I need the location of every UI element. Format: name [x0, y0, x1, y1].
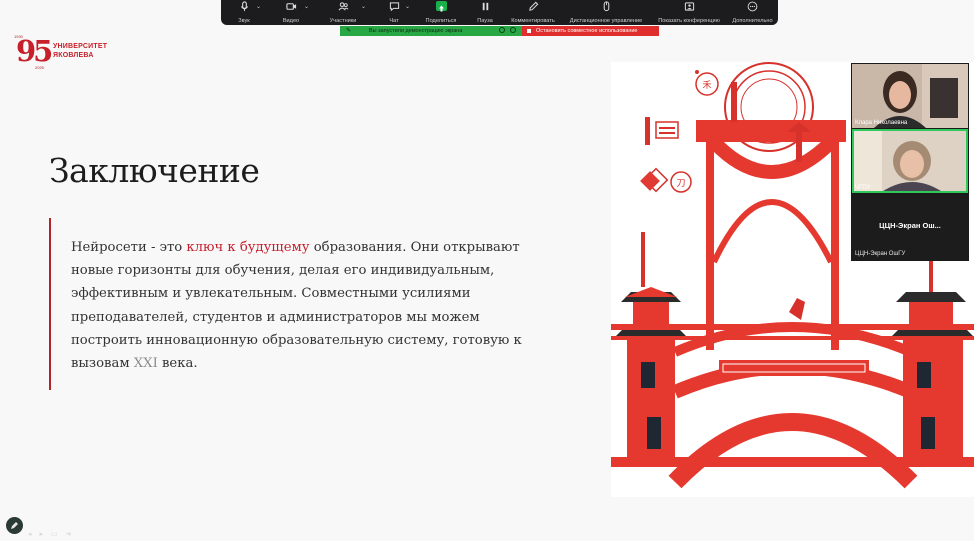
video-label: Видео: [282, 18, 300, 24]
sharing-status: ✎ Вы запустили демонстрацию экрана: [340, 26, 522, 36]
meeting-toolbar: ⌄ Звук ⌄ Видео ⌄ Участники ⌄ Чат Поделит…: [221, 0, 778, 25]
share-button[interactable]: Поделиться: [417, 0, 465, 25]
slide-nav-controls[interactable]: ◂ ▸ ▭ ➜: [28, 530, 74, 538]
slide-body-text: Нейросети - это ключ к будущему образова…: [71, 236, 541, 375]
settings-icon[interactable]: [499, 27, 505, 33]
share-label: Поделиться: [425, 18, 457, 24]
participant-name: ЧГПУ: [855, 185, 871, 191]
video-tile-active[interactable]: ЧГПУ: [852, 129, 968, 193]
logo-number: 95: [16, 34, 53, 68]
pencil-icon: ✎: [346, 28, 352, 34]
participants-video-panel: Клара Николаевна ЧГПУ ЦЦН-Экран Ош... ЦЦ…: [851, 63, 969, 261]
participant-name: Клара Николаевна: [855, 120, 908, 126]
svg-text:禾: 禾: [702, 80, 711, 91]
body-century: XXI: [133, 356, 158, 372]
shared-slide: 1930 95 2025 УНИВЕРСИТЕТ ЯКОВЛЕВА Заключ…: [0, 0, 974, 541]
svg-text:刀: 刀: [676, 179, 685, 189]
university-logo: 1930 95 2025 УНИВЕРСИТЕТ ЯКОВЛЕВА: [14, 34, 114, 74]
more-button[interactable]: Дополнительно: [727, 0, 778, 25]
video-tile[interactable]: ЦЦН-Экран Ош... ЦЦН-Экран ОшГУ: [852, 194, 968, 260]
sharing-bar: ✎ Вы запустили демонстрацию экрана Остан…: [340, 26, 659, 36]
stop-share-button[interactable]: Остановить совместное использование: [522, 26, 659, 36]
participant-video: [852, 64, 968, 128]
pencil-icon: [11, 522, 18, 529]
body-highlight: ключ к будущему: [186, 240, 310, 255]
more-label: Дополнительно: [732, 18, 773, 24]
accent-bar: [49, 218, 51, 390]
pause-label: Пауза: [477, 18, 493, 24]
pause-icon: [482, 2, 488, 11]
body-part-1: Нейросети - это: [71, 240, 187, 255]
logo-name: УНИВЕРСИТЕТ ЯКОВЛЕВА: [53, 42, 107, 60]
participant-name: ЦЦН-Экран ОшГУ: [855, 251, 906, 257]
remote-control-button[interactable]: Дистанционное управление: [561, 0, 651, 25]
participant-video: [852, 129, 968, 193]
slide-title: Заключение: [49, 151, 260, 190]
share-screen-icon: [435, 1, 447, 12]
participants-caret-icon[interactable]: ⌄: [361, 3, 366, 10]
sharing-status-text: Вы запустили демонстрацию экрана: [369, 27, 463, 34]
participants-label: Участники: [329, 18, 357, 24]
audio-caret-icon[interactable]: ⌄: [256, 3, 261, 10]
chat-icon: [389, 2, 399, 12]
stop-icon: [527, 28, 531, 33]
chat-button[interactable]: ⌄ Чат: [371, 0, 417, 25]
participants-icon: [338, 2, 348, 11]
pause-button[interactable]: Пауза: [465, 0, 505, 25]
video-button[interactable]: ⌄ Видео: [267, 0, 315, 25]
show-meeting-label: Показать конференцию: [658, 18, 720, 24]
audio-label: Звук: [238, 18, 250, 24]
audio-button[interactable]: ⌄ Звук: [221, 0, 267, 25]
pencil-icon: [528, 1, 538, 11]
chat-caret-icon[interactable]: ⌄: [405, 3, 410, 10]
camera-icon: [285, 3, 296, 10]
participant-display-name: ЦЦН-Экран Ош...: [879, 221, 941, 230]
video-caret-icon[interactable]: ⌄: [304, 3, 309, 10]
annotate-label: Комментировать: [511, 18, 555, 24]
logo-year-end: 2025: [35, 65, 44, 70]
show-meeting-icon: [684, 2, 694, 11]
body-part-3: века.: [157, 356, 198, 372]
show-meeting-button[interactable]: Показать конференцию: [651, 0, 727, 25]
mouse-icon: [603, 1, 609, 12]
stop-share-label: Остановить совместное использование: [536, 27, 638, 34]
participants-button[interactable]: ⌄ Участники: [315, 0, 371, 25]
logo-line-2: ЯКОВЛЕВА: [53, 52, 94, 59]
microphone-icon: [240, 1, 248, 12]
annotate-button[interactable]: [6, 517, 23, 534]
body-part-2: образования. Они открывают новые горизон…: [71, 240, 522, 372]
more-icon: [747, 1, 758, 12]
remote-control-label: Дистанционное управление: [569, 18, 643, 24]
shield-icon[interactable]: [510, 27, 516, 33]
logo-line-1: УНИВЕРСИТЕТ: [53, 43, 108, 50]
annotate-toolbar-button[interactable]: Комментировать: [505, 0, 561, 25]
video-tile[interactable]: Клара Николаевна: [852, 64, 968, 128]
chat-label: Чат: [389, 18, 399, 24]
